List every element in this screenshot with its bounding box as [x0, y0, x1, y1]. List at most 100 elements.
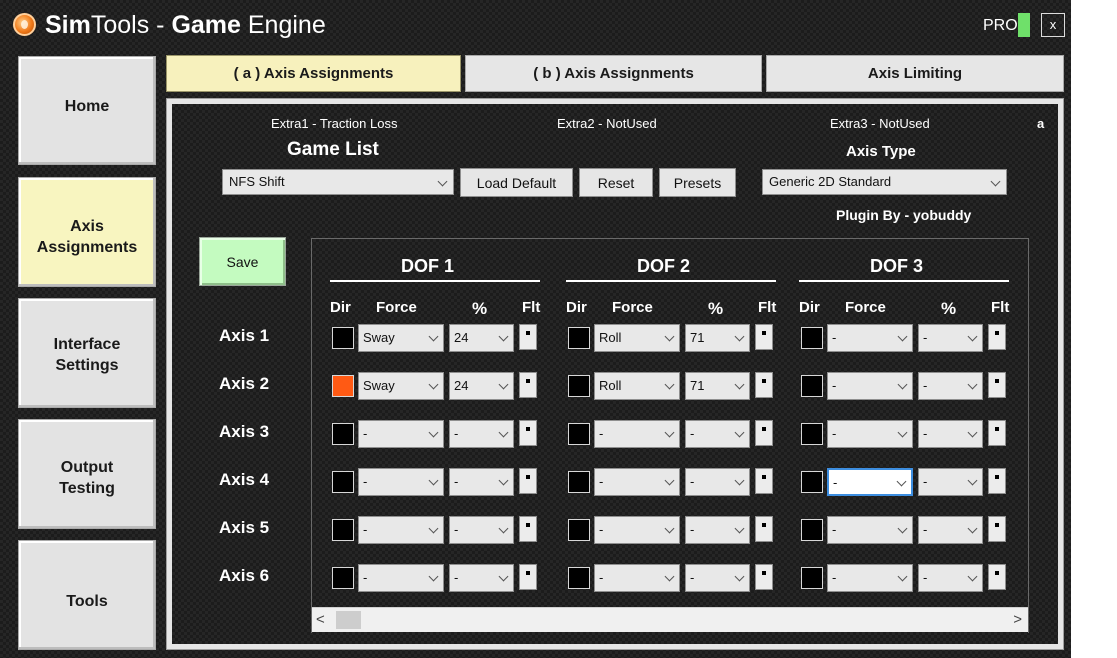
- scroll-thumb[interactable]: [336, 611, 361, 629]
- percent-select[interactable]: -: [685, 516, 750, 544]
- direction-toggle[interactable]: [568, 327, 590, 349]
- nav-axis-assignments-button[interactable]: Axis Assignments: [18, 177, 156, 287]
- percent-select[interactable]: -: [918, 420, 983, 448]
- direction-toggle[interactable]: [332, 327, 354, 349]
- tab-b-axis-assignments[interactable]: ( b ) Axis Assignments: [465, 55, 762, 92]
- filter-button[interactable]: [519, 372, 537, 398]
- nav-interface-settings-button[interactable]: Interface Settings: [18, 298, 156, 408]
- direction-toggle[interactable]: [568, 423, 590, 445]
- percent-select[interactable]: -: [918, 516, 983, 544]
- force-select[interactable]: -: [827, 516, 913, 544]
- axis-label: Axis 6: [219, 566, 270, 585]
- percent-value: -: [923, 522, 928, 537]
- percent-select[interactable]: -: [685, 420, 750, 448]
- direction-toggle[interactable]: [568, 519, 590, 541]
- percent-select[interactable]: -: [918, 564, 983, 592]
- percent-select[interactable]: 71: [685, 372, 750, 400]
- force-select[interactable]: -: [827, 324, 913, 352]
- direction-toggle[interactable]: [332, 567, 354, 589]
- nav-tools-button[interactable]: Tools: [18, 540, 156, 650]
- direction-toggle[interactable]: [568, 567, 590, 589]
- load-default-button[interactable]: Load Default: [460, 168, 573, 197]
- tab-a-axis-assignments[interactable]: ( a ) Axis Assignments: [166, 55, 461, 92]
- filter-button[interactable]: [519, 468, 537, 494]
- direction-toggle[interactable]: [801, 471, 823, 493]
- filter-button[interactable]: [988, 420, 1006, 446]
- filter-button[interactable]: [755, 468, 773, 494]
- force-select[interactable]: -: [594, 564, 680, 592]
- direction-toggle[interactable]: [801, 567, 823, 589]
- percent-select[interactable]: -: [449, 564, 514, 592]
- force-select[interactable]: -: [594, 516, 680, 544]
- filter-button[interactable]: [519, 564, 537, 590]
- nav-home-button[interactable]: Home: [18, 56, 156, 165]
- close-button[interactable]: x: [1041, 13, 1065, 37]
- force-select[interactable]: -: [358, 516, 444, 544]
- direction-toggle[interactable]: [568, 375, 590, 397]
- filter-button[interactable]: [988, 372, 1006, 398]
- force-select[interactable]: Sway: [358, 372, 444, 400]
- filter-button[interactable]: [988, 468, 1006, 494]
- chevron-down-icon: [897, 379, 908, 390]
- direction-toggle[interactable]: [801, 375, 823, 397]
- force-select[interactable]: -: [594, 468, 680, 496]
- save-button[interactable]: Save: [199, 237, 286, 286]
- filter-button[interactable]: [988, 516, 1006, 542]
- percent-select[interactable]: -: [449, 516, 514, 544]
- force-select[interactable]: -: [827, 372, 913, 400]
- percent-select[interactable]: -: [918, 372, 983, 400]
- presets-button[interactable]: Presets: [659, 168, 736, 197]
- filter-button[interactable]: [988, 564, 1006, 590]
- filter-button[interactable]: [755, 324, 773, 350]
- percent-select[interactable]: -: [918, 324, 983, 352]
- percent-select[interactable]: -: [449, 420, 514, 448]
- filter-button[interactable]: [755, 564, 773, 590]
- reset-button[interactable]: Reset: [579, 168, 653, 197]
- horizontal-scrollbar[interactable]: < >: [312, 607, 1028, 632]
- nav-output-testing-button[interactable]: Output Testing: [18, 419, 156, 529]
- force-select[interactable]: Sway: [358, 324, 444, 352]
- force-select[interactable]: -: [827, 564, 913, 592]
- percent-select[interactable]: 24: [449, 372, 514, 400]
- filter-button[interactable]: [519, 324, 537, 350]
- force-select[interactable]: -: [827, 468, 913, 496]
- direction-toggle[interactable]: [801, 519, 823, 541]
- tab-axis-limiting[interactable]: Axis Limiting: [766, 55, 1064, 92]
- scroll-left-arrow-icon[interactable]: <: [316, 611, 330, 629]
- filter-button[interactable]: [519, 420, 537, 446]
- filter-button[interactable]: [755, 420, 773, 446]
- force-select[interactable]: Roll: [594, 324, 680, 352]
- pro-status-indicator: [1018, 13, 1030, 37]
- percent-value: 71: [690, 330, 705, 345]
- scroll-right-arrow-icon[interactable]: >: [1008, 611, 1022, 629]
- percent-select[interactable]: -: [449, 468, 514, 496]
- direction-toggle[interactable]: [332, 519, 354, 541]
- direction-toggle[interactable]: [801, 327, 823, 349]
- force-value: Sway: [363, 330, 395, 345]
- filter-button[interactable]: [755, 372, 773, 398]
- filter-button[interactable]: [755, 516, 773, 542]
- force-select[interactable]: -: [358, 468, 444, 496]
- force-select[interactable]: -: [594, 420, 680, 448]
- direction-toggle[interactable]: [332, 375, 354, 397]
- percent-select[interactable]: -: [918, 468, 983, 496]
- percent-select[interactable]: -: [685, 468, 750, 496]
- force-select[interactable]: -: [358, 420, 444, 448]
- direction-toggle[interactable]: [332, 423, 354, 445]
- force-select[interactable]: -: [358, 564, 444, 592]
- percent-select[interactable]: -: [685, 564, 750, 592]
- chevron-down-icon: [897, 427, 908, 438]
- percent-select[interactable]: 24: [449, 324, 514, 352]
- direction-toggle[interactable]: [332, 471, 354, 493]
- force-select[interactable]: -: [827, 420, 913, 448]
- force-select[interactable]: Roll: [594, 372, 680, 400]
- filter-button[interactable]: [988, 324, 1006, 350]
- axis-type-select[interactable]: Generic 2D Standard: [762, 169, 1007, 195]
- dof3-col-flt: Flt: [991, 299, 1010, 316]
- percent-select[interactable]: 71: [685, 324, 750, 352]
- filter-button[interactable]: [519, 516, 537, 542]
- direction-toggle[interactable]: [801, 423, 823, 445]
- direction-toggle[interactable]: [568, 471, 590, 493]
- game-list-value: NFS Shift: [229, 174, 285, 189]
- game-list-select[interactable]: NFS Shift: [222, 169, 454, 195]
